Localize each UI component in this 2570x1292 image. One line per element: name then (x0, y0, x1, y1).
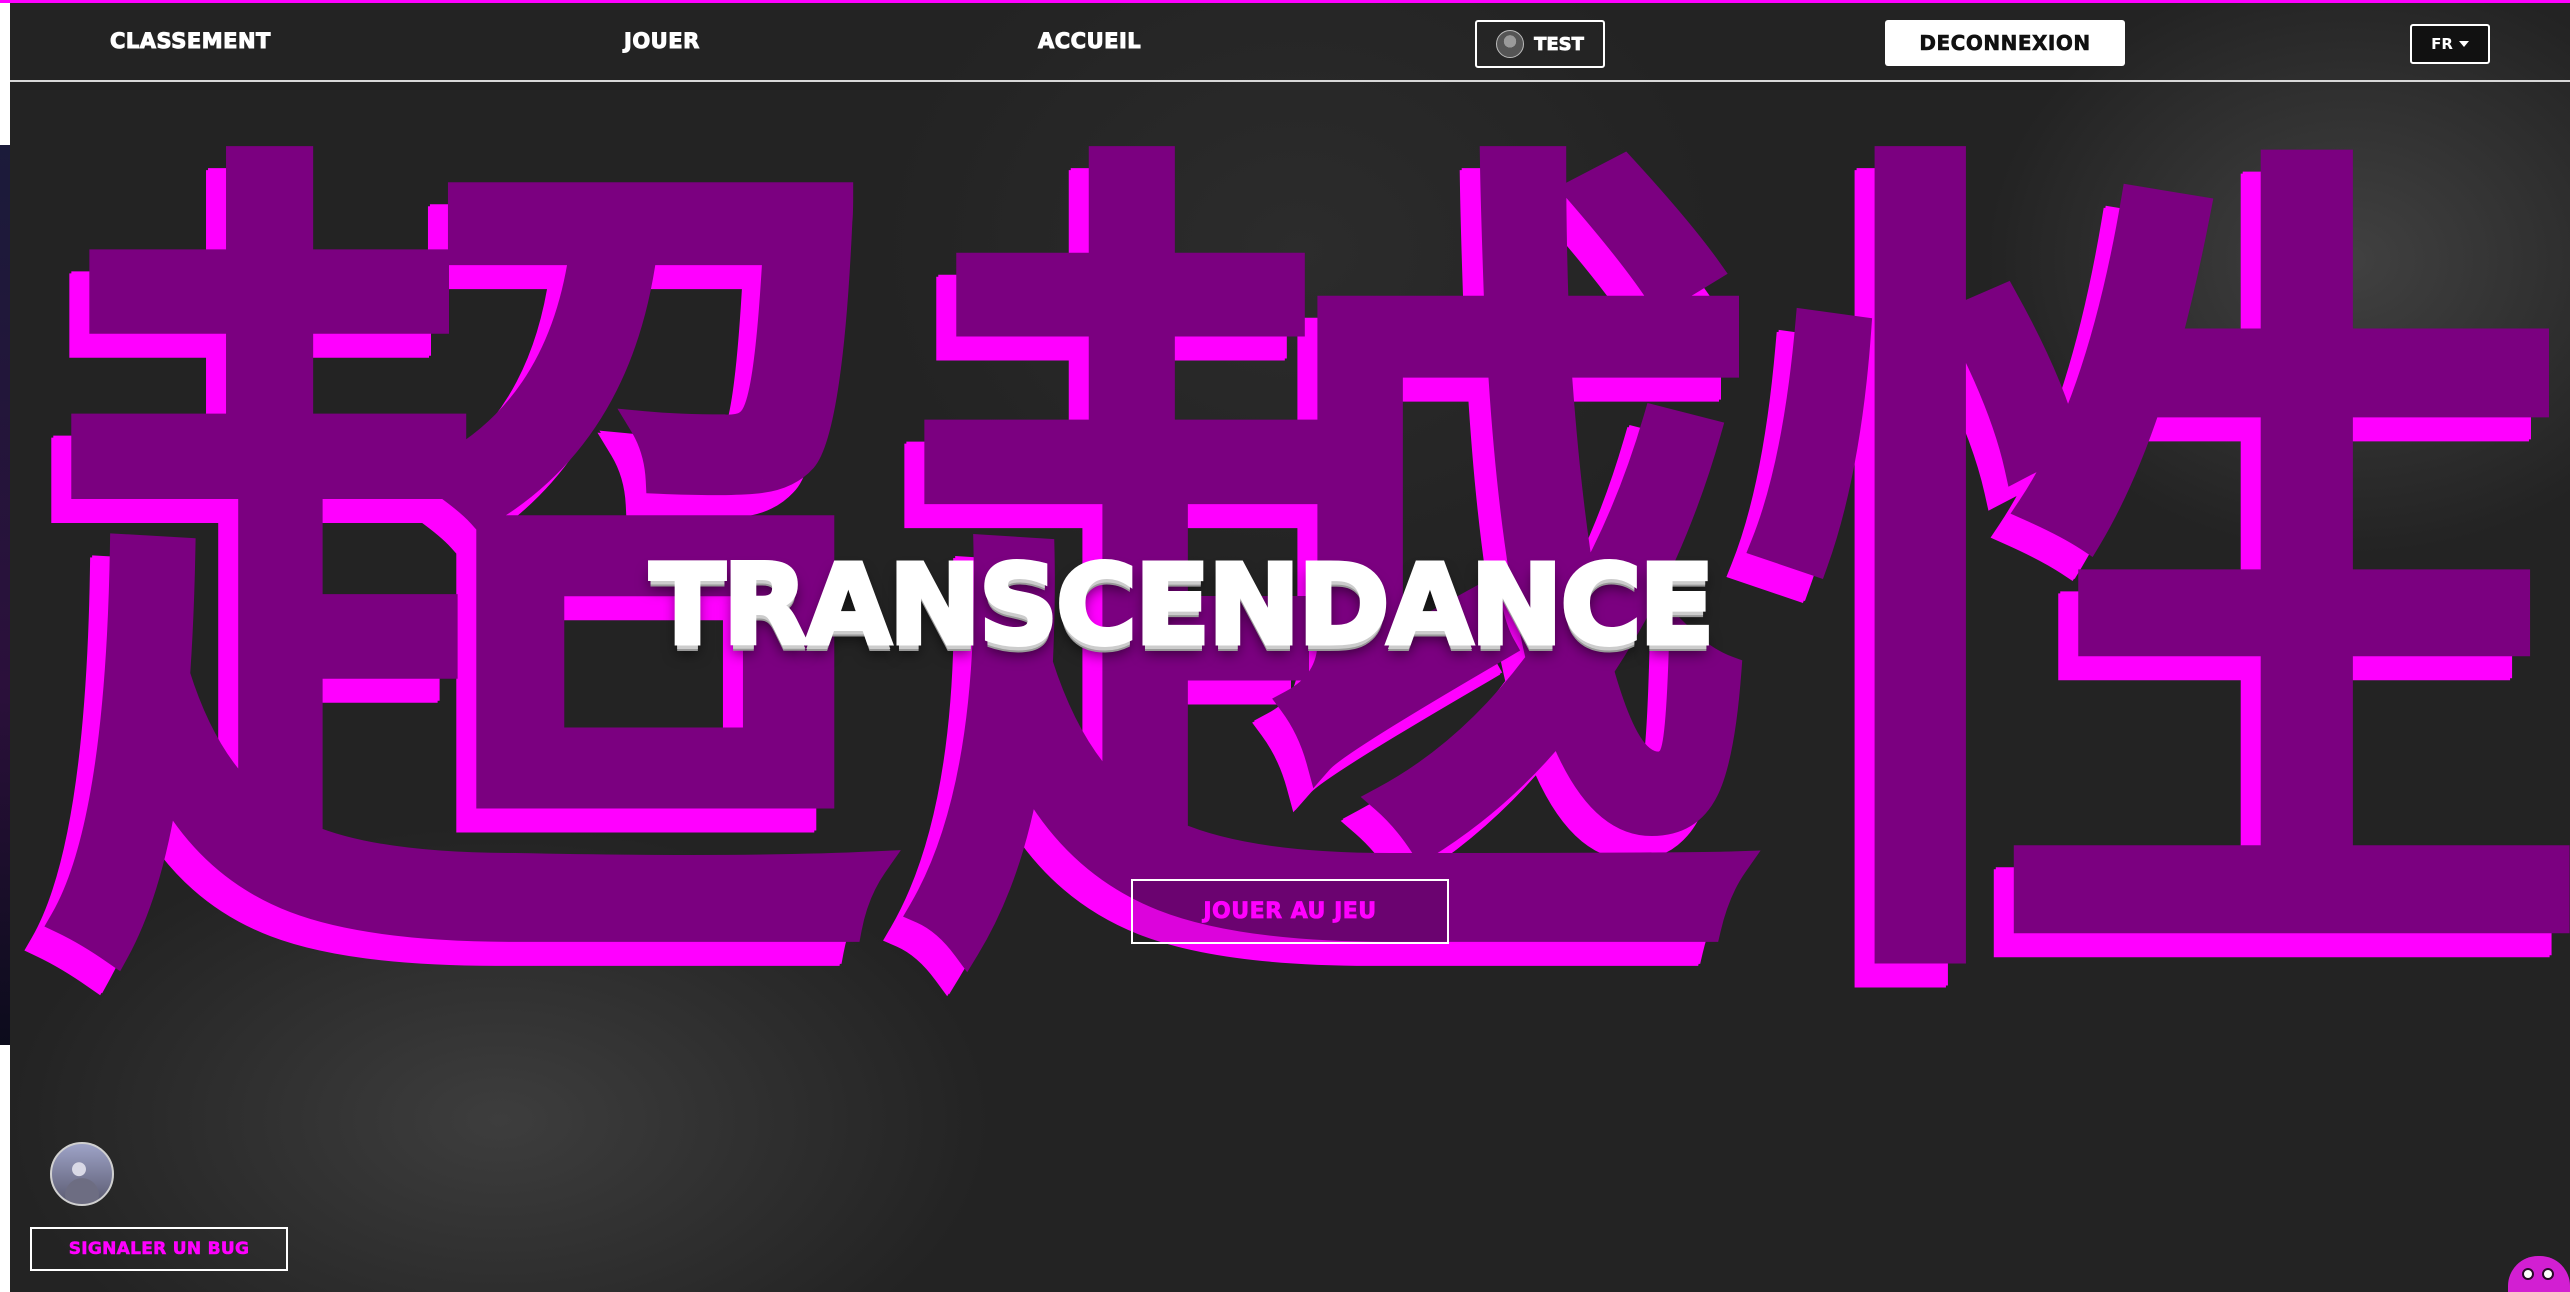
mascot-eye-right (2542, 1268, 2554, 1280)
language-value: FR (2431, 35, 2453, 53)
language-select[interactable]: FR (2410, 24, 2490, 64)
navbar: CLASSEMENT JOUER ACCUEIL TEST DECONNEXIO… (10, 3, 2570, 82)
caret-down-icon (2458, 41, 2469, 47)
page: 超 越 性 CLASSEMENT JOUER ACCUEIL TEST DECO… (0, 0, 2570, 1292)
nav-link-jouer[interactable]: JOUER (624, 29, 700, 54)
mascot-eye-left (2522, 1268, 2534, 1280)
page-title: TRANSCENDANCE (648, 541, 1717, 669)
avatar-icon (1496, 30, 1525, 58)
mascot-icon (2508, 1256, 2570, 1292)
left-edge-panel (0, 145, 10, 1045)
report-bug-button[interactable]: SIGNALER UN BUG (30, 1227, 288, 1271)
nav-link-accueil[interactable]: ACCUEIL (1037, 29, 1141, 54)
logout-button[interactable]: DECONNEXION (1885, 20, 2125, 66)
nav-link-classement[interactable]: CLASSEMENT (110, 29, 271, 54)
avatar[interactable] (50, 1142, 114, 1206)
user-name: TEST (1534, 33, 1585, 55)
play-game-button[interactable]: JOUER AU JEU (1131, 879, 1449, 944)
user-profile-button[interactable]: TEST (1475, 20, 1605, 68)
